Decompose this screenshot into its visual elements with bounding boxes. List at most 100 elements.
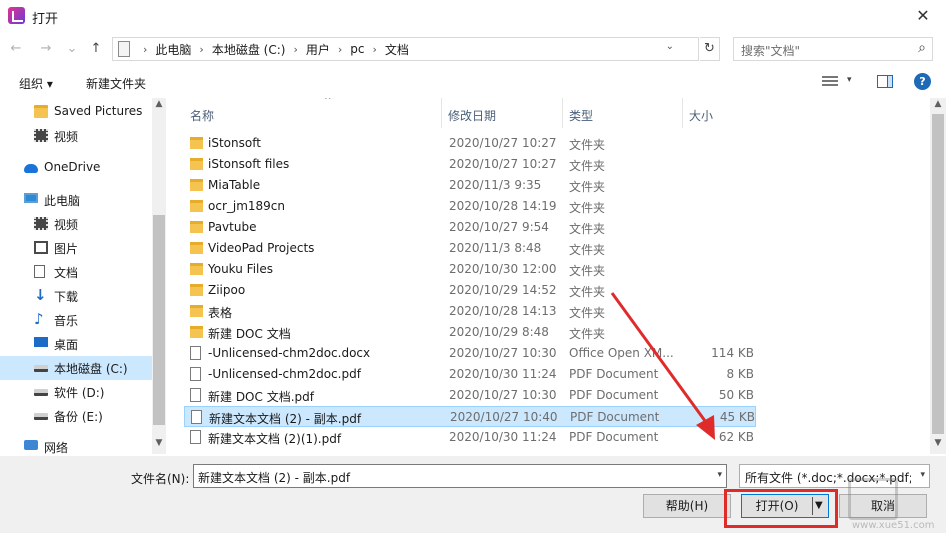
column-header-type[interactable]: 类型 — [563, 98, 683, 128]
file-row[interactable]: MiaTable 2020/11/3 9:35 文件夹 — [184, 175, 756, 196]
search-input[interactable]: 搜索"文档" ⌕ — [733, 37, 933, 61]
file-row[interactable]: -Unlicensed-chm2doc.docx 2020/10/27 10:30… — [184, 343, 756, 364]
sidebar-item[interactable]: 备份 (E:) — [0, 404, 152, 428]
sidebar-item[interactable]: ↓ 下载 — [0, 284, 152, 308]
file-row[interactable]: -Unlicensed-chm2doc.pdf 2020/10/30 11:24 P… — [184, 364, 756, 385]
sidebar-item[interactable]: Saved Pictures — [0, 100, 152, 124]
sidebar-item[interactable]: 本地磁盘 (C:) — [0, 356, 152, 380]
file-type: 文件夹 — [569, 327, 606, 341]
search-icon[interactable]: ⌕ — [918, 40, 926, 56]
file-date: 2020/10/27 10:40 — [450, 410, 558, 424]
file-date: 2020/10/29 8:48 — [449, 325, 549, 339]
music-icon: ♪ — [34, 310, 44, 328]
address-dropdown-icon[interactable]: ⌄ — [666, 41, 674, 52]
refresh-button[interactable]: ↻ — [700, 37, 720, 61]
filename-input[interactable]: 新建文本文档 (2) - 副本.pdf ▾ — [193, 464, 727, 488]
file-name: MiaTable — [208, 178, 261, 192]
file-type: 文件夹 — [569, 264, 606, 278]
sidebar-item[interactable]: 视频 — [0, 124, 152, 148]
sidebar-item[interactable]: 网络 — [0, 435, 152, 454]
breadcrumb-separator-icon[interactable]: › — [372, 43, 376, 56]
breadcrumb-item[interactable]: pc — [350, 42, 364, 56]
breadcrumb-separator-icon[interactable]: › — [199, 43, 203, 56]
filename-label: 文件名(N): — [131, 472, 190, 486]
breadcrumb-separator-icon[interactable]: › — [143, 43, 147, 56]
column-header-name[interactable]: 名称 ^ — [184, 98, 442, 128]
sidebar-item[interactable]: 桌面 — [0, 332, 152, 356]
sidebar-scroll-down[interactable]: ▼ — [152, 438, 166, 448]
file-name: Ziipoo — [208, 283, 246, 297]
sidebar-item[interactable]: ♪ 音乐 — [0, 308, 152, 332]
sidebar-item[interactable]: 文档 — [0, 260, 152, 284]
file-date: 2020/11/3 8:48 — [449, 241, 542, 255]
file-type: PDF Document — [569, 430, 659, 444]
organize-menu[interactable]: 组织 ▾ — [19, 75, 53, 92]
sidebar-item[interactable]: 此电脑 — [0, 188, 152, 212]
address-bar[interactable]: › 此电脑 › 本地磁盘 (C:) › 用户 › pc › 文档 ⌄ — [112, 37, 699, 61]
folder-icon — [34, 105, 48, 118]
column-header-date[interactable]: 修改日期 — [442, 98, 563, 128]
filename-dropdown-icon[interactable]: ▾ — [717, 470, 722, 480]
sidebar-scroll-thumb[interactable] — [153, 215, 165, 425]
breadcrumb-separator-icon[interactable]: › — [293, 43, 297, 56]
sidebar-item[interactable]: 软件 (D:) — [0, 380, 152, 404]
file-size: 50 KB — [718, 388, 754, 402]
file-icon — [191, 410, 202, 424]
sidebar-item-label: OneDrive — [44, 160, 101, 174]
drive-icon — [34, 413, 48, 420]
file-date: 2020/10/27 10:30 — [449, 346, 557, 360]
new-folder-button[interactable]: 新建文件夹 — [86, 75, 146, 92]
file-type: 文件夹 — [569, 159, 606, 173]
help-button[interactable]: 帮助(H) — [643, 494, 731, 518]
up-button[interactable]: ↑ — [86, 38, 106, 60]
file-size: 62 KB — [718, 430, 754, 444]
sidebar-item[interactable]: 图片 — [0, 236, 152, 260]
file-row[interactable]: Youku Files 2020/10/30 12:00 文件夹 — [184, 259, 756, 280]
sidebar-item[interactable]: 视频 — [0, 212, 152, 236]
breadcrumb-separator-icon[interactable]: › — [338, 43, 342, 56]
app-icon — [8, 7, 25, 24]
window-title: 打开 — [32, 12, 59, 27]
file-list-scroll-up[interactable]: ▲ — [930, 99, 946, 109]
recent-locations-dropdown[interactable]: ⌄ — [62, 38, 82, 60]
file-name: -Unlicensed-chm2doc.pdf — [208, 367, 361, 381]
file-type: PDF Document — [570, 410, 660, 424]
file-row[interactable]: iStonsoft files 2020/10/27 10:27 文件夹 — [184, 154, 756, 175]
file-list-scroll-thumb[interactable] — [932, 114, 944, 434]
forward-button[interactable]: → — [36, 38, 56, 60]
address-row: ← → ⌄ ↑ › 此电脑 › 本地磁盘 (C:) › 用户 › pc › 文档 ⌄ ↻ 搜索"文… — [0, 34, 946, 64]
folder-icon — [190, 305, 203, 317]
sidebar-item[interactable]: OneDrive — [0, 156, 152, 180]
file-date: 2020/10/28 14:13 — [449, 304, 557, 318]
file-row[interactable]: 新建 DOC 文档 2020/10/29 8:48 文件夹 — [184, 322, 756, 343]
breadcrumb-item[interactable]: 本地磁盘 (C:) — [212, 41, 286, 58]
column-name-label: 名称 — [190, 109, 215, 123]
preview-pane-icon[interactable] — [877, 75, 893, 88]
file-row[interactable]: Ziipoo 2020/10/29 14:52 文件夹 — [184, 280, 756, 301]
file-row[interactable]: Pavtube 2020/10/27 9:54 文件夹 — [184, 217, 756, 238]
close-button[interactable]: ✕ — [900, 0, 946, 32]
watermark-mark — [848, 478, 898, 520]
column-header-size[interactable]: 大小 — [683, 98, 763, 128]
file-row[interactable]: VideoPad Projects 2020/11/3 8:48 文件夹 — [184, 238, 756, 259]
file-row[interactable]: 表格 2020/10/28 14:13 文件夹 — [184, 301, 756, 322]
breadcrumb-item[interactable]: 用户 — [306, 41, 330, 58]
network-icon — [24, 440, 38, 450]
breadcrumb-item[interactable]: 此电脑 — [155, 41, 191, 58]
file-list-scroll-down[interactable]: ▼ — [930, 438, 946, 448]
file-row[interactable]: 新建 DOC 文档.pdf 2020/10/27 10:30 PDF Documen… — [184, 385, 756, 406]
view-dropdown-icon[interactable]: ▾ — [847, 75, 852, 85]
back-button[interactable]: ← — [6, 38, 26, 60]
sort-ascending-icon: ^ — [324, 98, 332, 106]
file-row[interactable]: iStonsoft 2020/10/27 10:27 文件夹 — [184, 133, 756, 154]
sidebar-scroll-up[interactable]: ▲ — [152, 99, 166, 109]
help-icon[interactable]: ? — [914, 73, 931, 90]
computer-icon — [24, 193, 38, 203]
file-row[interactable]: ocr_jm189cn 2020/10/28 14:19 文件夹 — [184, 196, 756, 217]
breadcrumb-item[interactable]: 文档 — [385, 41, 409, 58]
file-name: 新建文本文档 (2) - 副本.pdf — [209, 412, 362, 426]
view-options-icon[interactable] — [822, 76, 838, 88]
file-row[interactable]: 新建文本文档 (2) - 副本.pdf 2020/10/27 10:40 PDF D… — [184, 406, 756, 427]
file-row[interactable]: 新建文本文档 (2)(1).pdf 2020/10/30 11:24 PDF Doc… — [184, 427, 756, 448]
file-type: 文件夹 — [569, 285, 606, 299]
